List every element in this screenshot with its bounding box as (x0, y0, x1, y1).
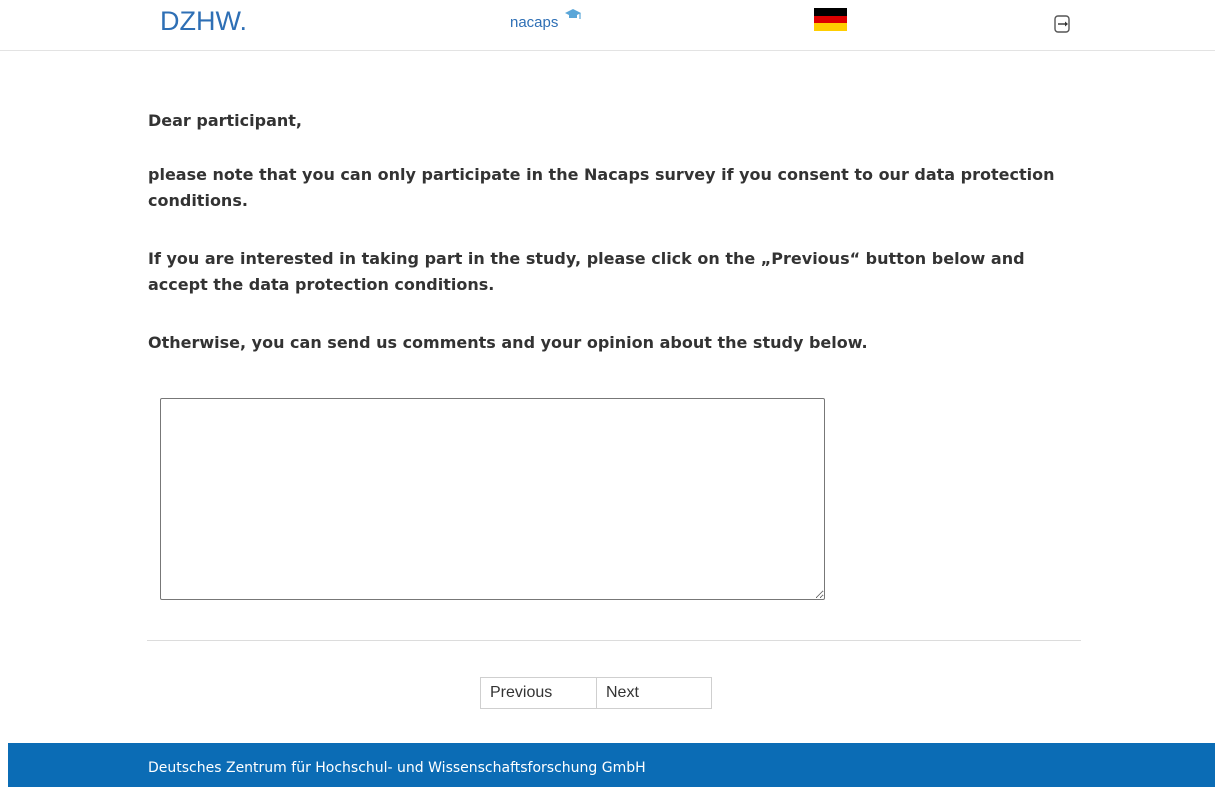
comments-paragraph: Otherwise, you can send us comments and … (148, 333, 868, 352)
page-header: DZHW. nacaps (0, 0, 1215, 51)
graduation-cap-icon (565, 9, 581, 19)
flag-stripe-red (814, 15, 847, 24)
divider (147, 640, 1081, 641)
previous-instruction-paragraph: If you are interested in taking part in … (148, 249, 1025, 294)
flag-stripe-gold (814, 23, 847, 31)
page-footer: Deutsches Zentrum für Hochschul- und Wis… (8, 743, 1215, 787)
nacaps-logo: nacaps (510, 9, 581, 31)
flag-stripe-black (814, 8, 847, 16)
footer-text: Deutsches Zentrum für Hochschul- und Wis… (148, 760, 646, 776)
dzhw-logo: DZHW. (160, 6, 247, 36)
consent-paragraph: please note that you can only participat… (148, 165, 1055, 210)
navigation-buttons: Previous Next (480, 677, 712, 709)
logout-icon[interactable] (1054, 15, 1070, 33)
previous-button[interactable]: Previous (480, 677, 596, 709)
comment-textarea[interactable] (160, 398, 825, 600)
german-flag-icon[interactable] (814, 8, 847, 31)
nacaps-logo-text: nacaps (510, 14, 559, 31)
greeting-text: Dear participant, (148, 111, 302, 130)
next-button[interactable]: Next (596, 677, 712, 709)
